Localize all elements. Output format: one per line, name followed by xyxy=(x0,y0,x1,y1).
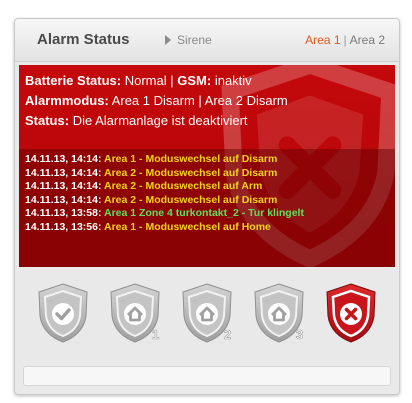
event-log-list: 14.11.13, 14:14: Area 1 - Moduswechsel a… xyxy=(25,153,304,234)
log-time: 14.11.13, 14:14: xyxy=(25,153,102,165)
log-entry: 14.11.13, 14:14: Area 2 - Moduswechsel a… xyxy=(25,180,304,194)
battery-line: Batterie Status: Normal | GSM: inaktiv xyxy=(25,71,288,91)
battery-value: Normal xyxy=(124,73,167,88)
battery-label: Batterie Status: xyxy=(25,73,122,88)
alarm-off-x-button[interactable] xyxy=(324,282,378,344)
panel-title: Alarm Status xyxy=(37,31,130,48)
mode-value: Area 1 Disarm | Area 2 Disarm xyxy=(111,93,288,108)
home-mode-2-button[interactable]: 2 xyxy=(180,282,234,344)
home-mode-3-button[interactable]: 3 xyxy=(252,282,306,344)
log-entry: 14.11.13, 14:14: Area 2 - Moduswechsel a… xyxy=(25,167,304,181)
disarm-check-button[interactable] xyxy=(36,282,90,344)
log-time: 14.11.13, 14:14: xyxy=(25,180,102,192)
state-value: Die Alarmanlage ist deaktiviert xyxy=(72,113,248,128)
mode-number-1: 1 xyxy=(152,327,159,342)
event-log: 14.11.13, 14:14: Area 1 - Moduswechsel a… xyxy=(19,149,395,267)
log-time: 14.11.13, 14:14: xyxy=(25,193,102,206)
gsm-value: inaktiv xyxy=(214,73,252,88)
status-info: Batterie Status: Normal | GSM: inaktiv A… xyxy=(25,71,288,131)
mode-label: Alarmmodus: xyxy=(25,93,109,108)
status-separator: | xyxy=(170,73,174,88)
area-switcher: Area 1 | Area 2 xyxy=(305,33,385,47)
log-entry: 14.11.13, 14:14: Area 1 - Moduswechsel a… xyxy=(25,153,304,167)
alarm-status-panel: Alarm Status Sirene Area 1 | Area 2 Batter… xyxy=(14,18,400,395)
log-message: Area 1 - Moduswechsel auf Home xyxy=(104,220,271,233)
log-entry: 14.11.13, 14:14: Area 2 - Moduswechsel a… xyxy=(25,194,304,208)
area-separator: | xyxy=(343,33,347,47)
sirene-link[interactable]: Sirene xyxy=(165,33,212,47)
log-message: Area 2 - Moduswechsel auf Arm xyxy=(104,180,263,192)
top-corner xyxy=(272,0,412,16)
panel-footer xyxy=(23,366,391,386)
area-1-tab[interactable]: Area 1 xyxy=(305,33,340,47)
home-mode-1-button[interactable]: 1 xyxy=(108,282,162,344)
state-line: Status: Die Alarmanlage ist deaktiviert xyxy=(25,111,288,131)
arrow-right-icon xyxy=(165,35,171,45)
log-entry: 14.11.13, 13:58: Area 1 Zone 4 turkontak… xyxy=(25,207,304,221)
mode-number-2: 2 xyxy=(224,327,231,342)
log-entry: 14.11.13, 13:56: Area 1 - Moduswechsel a… xyxy=(25,221,304,235)
log-message: Area 1 Zone 4 turkontakt_2 - Tur klingel… xyxy=(104,207,304,219)
panel-header: Alarm Status Sirene Area 1 | Area 2 xyxy=(15,19,399,62)
gsm-label: GSM: xyxy=(177,73,212,88)
log-time: 14.11.13, 14:14: xyxy=(25,166,102,179)
log-time: 14.11.13, 13:58: xyxy=(25,207,102,219)
area-2-tab[interactable]: Area 2 xyxy=(350,33,385,47)
mode-number-3: 3 xyxy=(296,327,303,342)
state-label: Status: xyxy=(25,113,70,128)
mode-button-row: 1 2 3 xyxy=(15,277,399,349)
log-message: Area 2 - Moduswechsel auf Disarm xyxy=(104,193,278,206)
log-message: Area 2 - Moduswechsel auf Disarm xyxy=(104,166,278,179)
status-display: Batterie Status: Normal | GSM: inaktiv A… xyxy=(19,65,395,267)
sirene-label: Sirene xyxy=(177,33,212,47)
log-message: Area 1 - Moduswechsel auf Disarm xyxy=(104,153,278,165)
mode-line: Alarmmodus: Area 1 Disarm | Area 2 Disar… xyxy=(25,91,288,111)
log-time: 14.11.13, 13:56: xyxy=(25,220,102,233)
